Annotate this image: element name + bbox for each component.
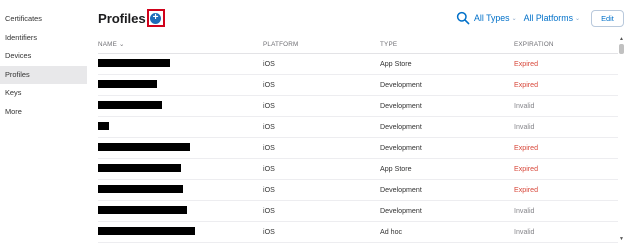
plus-circle-icon: +: [152, 12, 159, 23]
platform-cell: iOS: [263, 81, 275, 89]
profiles-table: NAME ⌄ PLATFORM TYPE EXPIRATION iOS App …: [98, 36, 618, 244]
type-cell: App Store: [380, 60, 412, 68]
column-header-name[interactable]: NAME ⌄: [98, 41, 263, 48]
filter-platforms-dropdown[interactable]: All Platforms ⌄: [524, 13, 580, 23]
sidebar: Certificates Identifiers Devices Profile…: [0, 0, 87, 244]
sidebar-item-devices[interactable]: Devices: [0, 47, 87, 66]
column-header-expiration[interactable]: EXPIRATION: [514, 41, 618, 48]
redacted-name: [98, 227, 195, 235]
sidebar-item-certificates[interactable]: Certificates: [0, 10, 87, 29]
sidebar-item-keys[interactable]: Keys: [0, 84, 87, 103]
column-header-type[interactable]: TYPE: [380, 41, 514, 48]
expiration-cell: Invalid: [514, 123, 535, 131]
scroll-up-arrow-icon[interactable]: ▲: [619, 36, 624, 42]
column-name-label: NAME: [98, 41, 117, 48]
toolbar: All Types ⌄ All Platforms ⌄ Edit: [456, 8, 624, 28]
table-row[interactable]: iOS App Store Expired: [98, 54, 618, 75]
page-header: Profiles + All Types ⌄ All Platforms ⌄ E…: [98, 8, 624, 30]
sidebar-item-identifiers[interactable]: Identifiers: [0, 29, 87, 48]
type-cell: Development: [380, 144, 422, 152]
redacted-name: [98, 206, 187, 214]
add-profile-button[interactable]: +: [150, 12, 162, 24]
type-cell: Ad hoc: [380, 228, 403, 236]
expiration-cell: Expired: [514, 165, 539, 173]
table-row[interactable]: iOS App Store Expired: [98, 159, 618, 180]
type-cell: App Store: [380, 165, 412, 173]
filter-types-dropdown[interactable]: All Types ⌄: [474, 13, 517, 23]
platform-cell: iOS: [263, 228, 275, 236]
table-row[interactable]: iOS Development Invalid: [98, 96, 618, 117]
scroll-thumb[interactable]: [619, 44, 624, 54]
table-row[interactable]: iOS Development Invalid: [98, 201, 618, 222]
redacted-name: [98, 143, 190, 151]
expiration-cell: Invalid: [514, 228, 535, 236]
table-header: NAME ⌄ PLATFORM TYPE EXPIRATION: [98, 36, 618, 54]
title-group: Profiles +: [98, 9, 165, 27]
type-cell: Development: [380, 186, 422, 194]
column-header-platform[interactable]: PLATFORM: [263, 41, 380, 48]
edit-button[interactable]: Edit: [591, 9, 624, 27]
table-row[interactable]: iOS Development Expired: [98, 138, 618, 159]
platform-cell: iOS: [263, 102, 275, 110]
platform-cell: iOS: [263, 186, 275, 194]
expiration-cell: Expired: [514, 81, 539, 89]
table-row[interactable]: iOS Development Expired: [98, 180, 618, 201]
search-icon[interactable]: [456, 11, 470, 25]
filter-types-label: All Types: [474, 13, 510, 23]
table-row[interactable]: iOS Development Expired: [98, 75, 618, 96]
sidebar-item-more[interactable]: More: [0, 103, 87, 122]
page-title: Profiles: [98, 10, 146, 26]
add-profile-highlight: +: [146, 9, 165, 27]
expiration-cell: Expired: [514, 144, 539, 152]
redacted-name: [98, 59, 170, 67]
table-row[interactable]: iOS Development Invalid: [98, 117, 618, 138]
platform-cell: iOS: [263, 165, 275, 173]
expiration-cell: Invalid: [514, 102, 535, 110]
expiration-cell: Expired: [514, 60, 539, 68]
table-row[interactable]: iOS Ad hoc Invalid: [98, 222, 618, 243]
type-cell: Development: [380, 123, 422, 131]
type-cell: Development: [380, 102, 422, 110]
redacted-name: [98, 101, 162, 109]
filter-platforms-label: All Platforms: [523, 13, 573, 23]
type-cell: Development: [380, 81, 422, 89]
type-cell: Development: [380, 207, 422, 215]
vertical-scrollbar[interactable]: ▲ ▼: [618, 36, 625, 242]
sidebar-item-profiles[interactable]: Profiles: [0, 65, 87, 84]
platform-cell: iOS: [263, 207, 275, 215]
platform-cell: iOS: [263, 123, 275, 131]
platform-cell: iOS: [263, 60, 275, 68]
chevron-down-icon: ⌄: [574, 15, 580, 22]
chevron-down-icon: ⌄: [511, 15, 517, 22]
sort-chevron-icon: ⌄: [118, 41, 125, 48]
redacted-name: [98, 164, 181, 172]
expiration-cell: Invalid: [514, 207, 535, 215]
redacted-name: [98, 122, 109, 130]
redacted-name: [98, 80, 157, 88]
scroll-down-arrow-icon[interactable]: ▼: [619, 236, 624, 242]
platform-cell: iOS: [263, 144, 275, 152]
redacted-name: [98, 185, 183, 193]
expiration-cell: Expired: [514, 186, 539, 194]
